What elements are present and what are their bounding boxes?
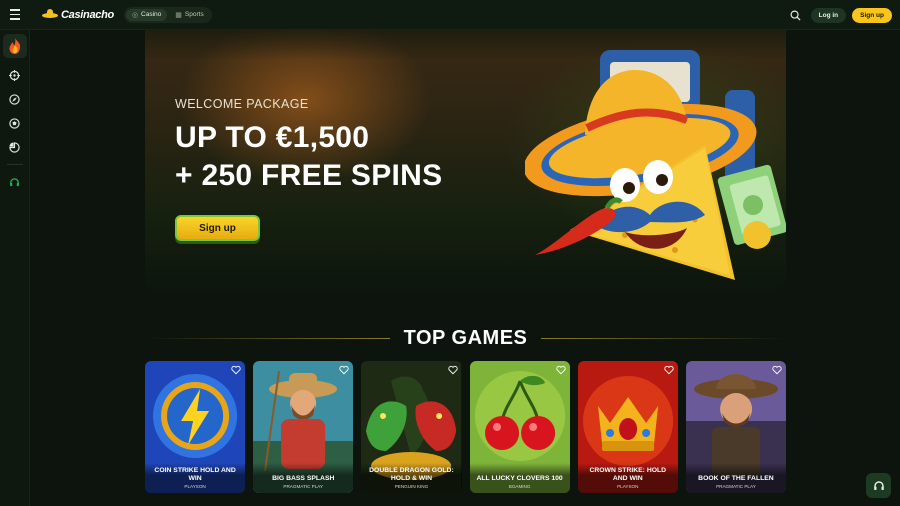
favorite-heart-icon[interactable] (339, 365, 349, 375)
favorite-heart-icon[interactable] (447, 365, 458, 375)
tab-sports[interactable]: ▦ Sports (169, 9, 209, 21)
game-provider: PRAGMATIC PLAY (283, 484, 324, 489)
title-rule-left (145, 337, 390, 339)
tab-casino-label: Casino (141, 11, 162, 18)
favorite-heart-icon[interactable] (231, 365, 241, 375)
game-card[interactable]: ALL LUCKY CLOVERS 100 BGAMING (469, 361, 570, 493)
hero-headline-line2: + 250 FREE SPINS (175, 159, 443, 192)
game-provider: PLAYSON (184, 484, 206, 489)
game-card[interactable]: CROWN STRIKE: HOLD AND WIN PLAYSON (577, 361, 678, 493)
game-info: COIN STRIKE HOLD AND WIN PLAYSON (145, 463, 246, 493)
sports-grid-icon: ▦ (175, 11, 182, 19)
top-bar: Casinacho ◎ Casino ▦ Sports Log in Sign … (0, 0, 900, 30)
headset-icon (10, 177, 19, 186)
game-card[interactable]: BOOK OF THE FALLEN PRAGMATIC PLAY (685, 361, 787, 493)
tab-casino[interactable]: ◎ Casino (125, 8, 168, 21)
game-title: COIN STRIKE HOLD AND WIN (154, 467, 236, 482)
sidebar (0, 30, 30, 506)
sidebar-item-promotions[interactable] (4, 136, 26, 158)
tab-sports-label: Sports (184, 11, 204, 18)
favorite-heart-icon[interactable] (556, 365, 566, 375)
game-card[interactable]: DOUBLE DRAGON GOLD: HOLD & WIN PENGUIN K… (361, 361, 462, 493)
chart-icon (9, 141, 20, 153)
top-actions: Log in Sign up (787, 6, 892, 24)
game-provider: BGAMING (508, 484, 531, 489)
compass-icon (9, 93, 20, 105)
favorite-heart-icon[interactable] (664, 365, 674, 375)
game-info: ALL LUCKY CLOVERS 100 BGAMING (469, 463, 570, 493)
nacho-mascot-illustration (525, 50, 786, 280)
flame-icon (9, 38, 20, 54)
signup-button[interactable]: Sign up (852, 7, 892, 23)
game-title: BIG BASS SPLASH (272, 474, 335, 482)
title-rule-right (541, 337, 787, 339)
hamburger-icon[interactable] (0, 0, 30, 30)
logo[interactable]: Casinacho (42, 8, 114, 21)
game-title: CROWN STRIKE: HOLD AND WIN (589, 467, 667, 482)
sidebar-item-hot[interactable] (2, 34, 27, 58)
section-title: TOP GAMES (403, 326, 528, 349)
game-info: BOOK OF THE FALLEN PRAGMATIC PLAY (685, 463, 787, 493)
ball-icon (9, 117, 20, 129)
game-provider: PLAYSON (617, 484, 639, 489)
hero-banner: WELCOME PACKAGE UP TO €1,500 + 250 FREE … (145, 30, 786, 298)
game-info: BIG BASS SPLASH PRAGMATIC PLAY (253, 463, 354, 493)
top-games-header: TOP GAMES (145, 326, 787, 349)
headset-icon (873, 480, 884, 490)
hero-headline-line1: UP TO €1,500 (175, 121, 370, 154)
top-games-row: COIN STRIKE HOLD AND WIN PLAYSON BIG BAS… (145, 361, 787, 493)
live-support-button[interactable] (866, 473, 891, 498)
logo-text: Casinacho (61, 8, 114, 21)
game-provider: PRAGMATIC PLAY (716, 484, 756, 489)
hero-kicker: WELCOME PACKAGE (175, 97, 309, 111)
login-button[interactable]: Log in (810, 7, 847, 23)
search-icon[interactable] (787, 6, 805, 24)
game-card[interactable]: BIG BASS SPLASH PRAGMATIC PLAY (253, 361, 354, 493)
game-info: DOUBLE DRAGON GOLD: HOLD & WIN PENGUIN K… (361, 463, 462, 493)
sidebar-item-slots[interactable] (4, 88, 26, 110)
game-title: BOOK OF THE FALLEN (698, 474, 774, 482)
game-title: DOUBLE DRAGON GOLD: HOLD & WIN (369, 467, 454, 482)
target-icon (9, 69, 20, 81)
sidebar-item-support[interactable] (4, 171, 26, 193)
game-card[interactable]: COIN STRIKE HOLD AND WIN PLAYSON (145, 361, 246, 493)
sombrero-logo-icon (42, 8, 58, 21)
sidebar-divider (6, 164, 23, 165)
game-provider: PENGUIN KING (394, 484, 429, 489)
mode-switch: ◎ Casino ▦ Sports (123, 6, 212, 23)
favorite-heart-icon[interactable] (772, 365, 782, 375)
casino-chip-icon: ◎ (131, 11, 139, 19)
hero-signup-button[interactable]: Sign up (175, 215, 260, 241)
sidebar-item-sports[interactable] (4, 112, 26, 134)
game-info: CROWN STRIKE: HOLD AND WIN PLAYSON (577, 463, 678, 493)
game-title: ALL LUCKY CLOVERS 100 (476, 474, 563, 482)
sidebar-item-live-casino[interactable] (4, 64, 26, 86)
